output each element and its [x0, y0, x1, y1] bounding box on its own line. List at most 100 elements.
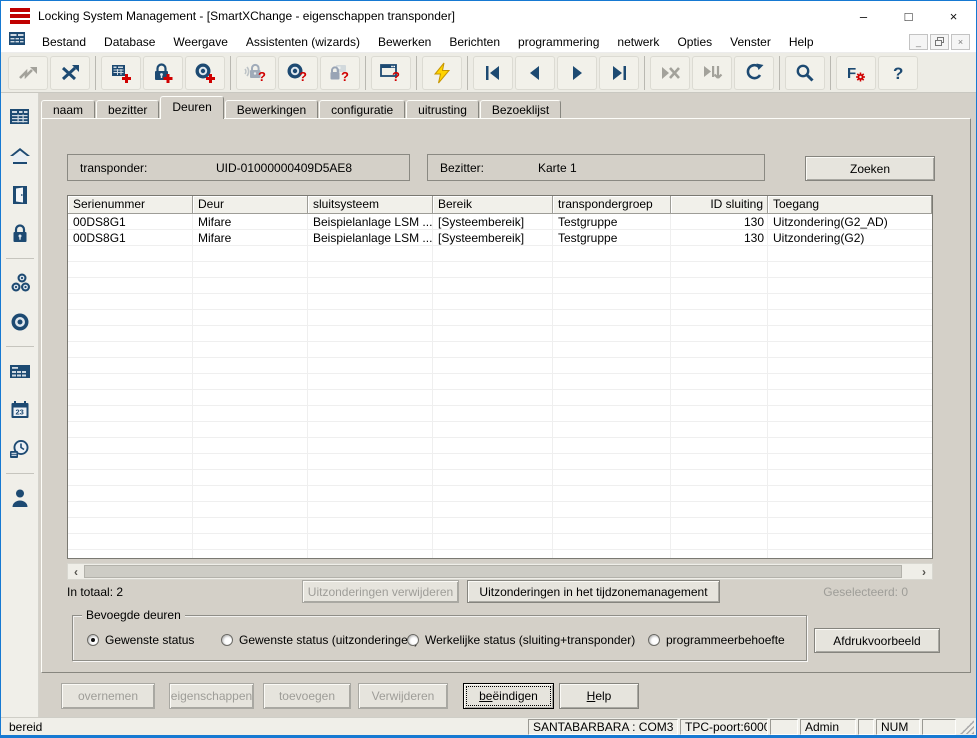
table-row[interactable]: 00DS8G1MifareBeispielanlage LSM ...[Syst…: [68, 214, 932, 230]
close-button[interactable]: ×: [931, 1, 976, 31]
tab-bezoeklijst[interactable]: Bezoeklijst: [480, 100, 561, 119]
sidebar-item-home[interactable]: [4, 140, 36, 172]
mdi-minimize-button[interactable]: _: [909, 34, 928, 50]
column-header-deur[interactable]: Deur: [193, 196, 308, 214]
first-record-button[interactable]: [473, 56, 513, 90]
connect-button[interactable]: [8, 56, 48, 90]
menu-item-programmering[interactable]: programmering: [509, 32, 608, 52]
new-lock-icon: [152, 62, 174, 84]
column-header-transpondergroep[interactable]: transpondergroep: [553, 196, 671, 214]
menu-item-venster[interactable]: Venster: [721, 32, 780, 52]
radio-dot-icon[interactable]: [87, 634, 99, 646]
program-button[interactable]: [422, 56, 462, 90]
next-program-need-icon: [701, 63, 723, 83]
toevoegen-button[interactable]: toevoegen: [263, 683, 351, 709]
resize-grip-icon[interactable]: [960, 720, 974, 734]
radio-gewenste-status[interactable]: Gewenste status: [87, 633, 194, 647]
tab-naam[interactable]: naam: [41, 100, 95, 119]
radio-dot-icon[interactable]: [407, 634, 419, 646]
read-lock-button[interactable]: ?: [236, 56, 276, 90]
radio-dot-icon[interactable]: [221, 634, 233, 646]
program-icon: [431, 62, 453, 84]
menu-item-berichten[interactable]: Berichten: [440, 32, 509, 52]
table-cell: Beispielanlage LSM ...: [308, 214, 433, 230]
menu-item-bestand[interactable]: Bestand: [33, 32, 95, 52]
table-row[interactable]: 00DS8G1MifareBeispielanlage LSM ...[Syst…: [68, 230, 932, 246]
sidebar-item-time-zones[interactable]: [4, 433, 36, 465]
mdi-close-button[interactable]: ×: [951, 34, 970, 50]
overnemen-button[interactable]: overnemen: [61, 683, 155, 709]
sidebar: 23: [1, 93, 39, 717]
radio-programmeerbehoefte[interactable]: programmeerbehoefte: [648, 633, 785, 647]
eigenschappen-button[interactable]: eigenschappen: [169, 683, 254, 709]
tab-bewerkingen[interactable]: Bewerkingen: [225, 100, 318, 119]
scroll-left-icon[interactable]: ‹: [68, 564, 84, 579]
table-header: SerienummerDeursluitsysteemBereiktranspo…: [68, 196, 932, 214]
help-button-toolbar[interactable]: ?: [878, 56, 918, 90]
verwijderen-button[interactable]: Verwijderen: [358, 683, 448, 709]
menu-item-database[interactable]: Database: [95, 32, 164, 52]
sidebar-item-transponder[interactable]: [4, 306, 36, 338]
mdi-restore-button[interactable]: [930, 34, 949, 50]
menu-item-opties[interactable]: Opties: [668, 32, 721, 52]
tab-page-deuren: transponder: UID-01000000409D5AE8 Bezitt…: [41, 118, 971, 673]
matrix-view-icon: [8, 360, 32, 382]
last-record-button[interactable]: [599, 56, 639, 90]
timezone-exceptions-button[interactable]: Uitzonderingen in het tijdzonemanagement: [467, 580, 720, 603]
print-preview-button[interactable]: Afdrukvoorbeeld: [814, 628, 940, 653]
sidebar-item-calendar[interactable]: 23: [4, 394, 36, 426]
search-button-toolbar[interactable]: [785, 56, 825, 90]
sidebar-item-user[interactable]: [4, 482, 36, 514]
scroll-right-icon[interactable]: ›: [916, 564, 932, 579]
main-area: naambezitterDeurenBewerkingenconfigurati…: [39, 93, 977, 717]
sidebar-item-door[interactable]: [4, 179, 36, 211]
read-mifare-button[interactable]: ?: [320, 56, 360, 90]
tab-bezitter[interactable]: bezitter: [96, 100, 159, 119]
column-header-id-sluiting[interactable]: ID sluiting: [671, 196, 768, 214]
cancel-navigation-button[interactable]: [650, 56, 690, 90]
menu-item-help[interactable]: Help: [780, 32, 823, 52]
previous-record-button[interactable]: [515, 56, 555, 90]
new-locking-system-button[interactable]: [101, 56, 141, 90]
sidebar-item-transponder-group[interactable]: [4, 267, 36, 299]
menu-item-assistenten-wizards[interactable]: Assistenten (wizards): [237, 32, 369, 52]
disconnect-button[interactable]: [50, 56, 90, 90]
sidebar-item-matrix[interactable]: [4, 101, 36, 133]
app-logo-icon: [10, 8, 30, 24]
next-program-need-button[interactable]: [692, 56, 732, 90]
new-lock-button[interactable]: [143, 56, 183, 90]
tab-uitrusting[interactable]: uitrusting: [406, 100, 479, 119]
column-header-bereik[interactable]: Bereik: [433, 196, 553, 214]
column-header-sluitsysteem[interactable]: sluitsysteem: [308, 196, 433, 214]
remove-exceptions-button[interactable]: Uitzonderingen verwijderen: [302, 580, 459, 603]
new-transponder-button[interactable]: [185, 56, 225, 90]
next-record-button[interactable]: [557, 56, 597, 90]
radio-label: Gewenste status: [105, 633, 194, 647]
radio-werkelijke-status-sluiting-transponder[interactable]: Werkelijke status (sluiting+transponder): [407, 633, 635, 647]
horizontal-scrollbar[interactable]: ‹ ›: [67, 563, 933, 580]
column-header-toegang[interactable]: Toegang: [768, 196, 932, 214]
refresh-button[interactable]: [734, 56, 774, 90]
menu-item-bewerken[interactable]: Bewerken: [369, 32, 440, 52]
be-indigen-button[interactable]: beëindigen: [463, 683, 554, 709]
menu-item-netwerk[interactable]: netwerk: [608, 32, 668, 52]
tab-configuratie[interactable]: configuratie: [319, 100, 405, 119]
sidebar-item-matrix-view[interactable]: [4, 355, 36, 387]
scrollbar-thumb[interactable]: [84, 565, 902, 578]
owner-field: Bezitter: Karte 1: [427, 154, 765, 181]
tab-deuren[interactable]: Deuren: [160, 96, 223, 119]
maximize-button[interactable]: □: [886, 1, 931, 31]
radio-dot-icon[interactable]: [648, 634, 660, 646]
report-filter-button[interactable]: F: [836, 56, 876, 90]
sidebar-item-lock[interactable]: [4, 218, 36, 250]
table-cell: Testgruppe: [553, 230, 671, 246]
search-button[interactable]: Zoeken: [805, 156, 935, 181]
minimize-button[interactable]: –: [841, 1, 886, 31]
table-cell: Uitzondering(G2_AD): [768, 214, 932, 230]
read-transponder-button[interactable]: ?: [278, 56, 318, 90]
help-button[interactable]: Help: [559, 683, 639, 709]
read-window-button[interactable]: ?: [371, 56, 411, 90]
radio-gewenste-status-uitzonderingen[interactable]: Gewenste status (uitzonderingen): [221, 633, 418, 647]
column-header-serienummer[interactable]: Serienummer: [68, 196, 193, 214]
menu-item-weergave[interactable]: Weergave: [164, 32, 236, 52]
